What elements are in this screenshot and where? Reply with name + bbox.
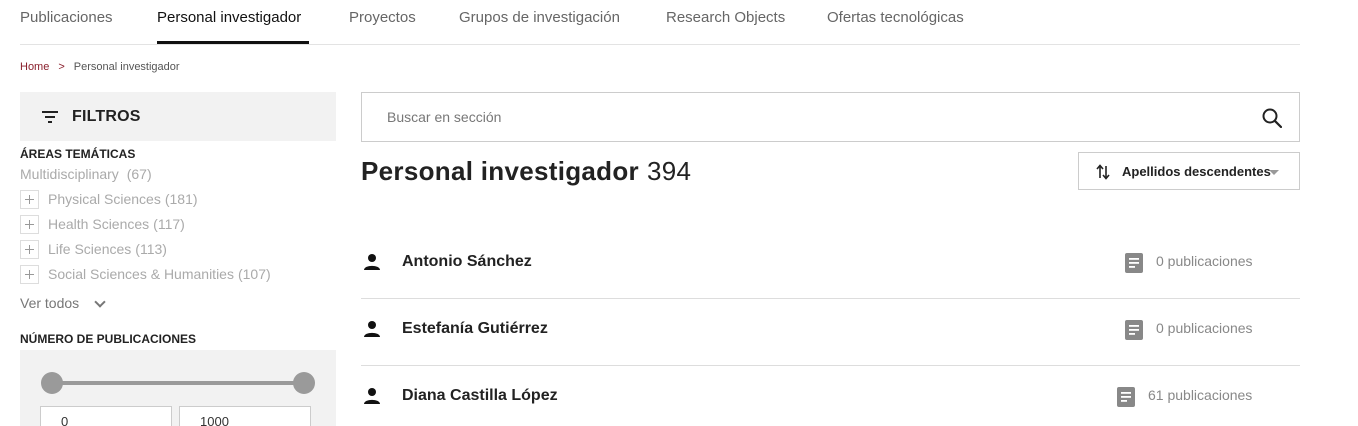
- person-icon: [364, 388, 380, 404]
- ver-todos-label: Ver todos: [20, 295, 80, 311]
- search-icon[interactable]: [1262, 108, 1282, 128]
- facet-label: Social Sciences & Humanities: [48, 266, 234, 282]
- publication-count: 0 publicaciones: [1156, 253, 1253, 269]
- expand-plus-icon[interactable]: [20, 265, 39, 284]
- top-navigation: Publicaciones Personal investigador Proy…: [20, 0, 1300, 45]
- tab-grupos-investigacion[interactable]: Grupos de investigación: [459, 9, 620, 26]
- facet-count: (67): [126, 166, 152, 182]
- ver-todos-link[interactable]: Ver todos: [20, 295, 106, 311]
- publications-range-filter: [20, 350, 336, 426]
- sort-dropdown[interactable]: Apellidos descendentes: [1078, 152, 1300, 190]
- tab-research-objects[interactable]: Research Objects: [666, 9, 785, 26]
- facet-label: Life Sciences: [48, 241, 132, 257]
- breadcrumb: Home > Personal investigador: [20, 61, 180, 73]
- active-tab-indicator: [157, 41, 309, 44]
- filters-title: FILTROS: [72, 108, 141, 125]
- page-title-text: Personal investigador: [361, 156, 639, 186]
- person-icon: [364, 254, 380, 270]
- person-icon: [364, 321, 380, 337]
- tab-personal-investigador[interactable]: Personal investigador: [157, 9, 301, 26]
- range-max-handle[interactable]: [293, 372, 315, 394]
- caret-down-icon: [1269, 170, 1279, 175]
- result-row: Diana Castilla López 61 publicaciones: [361, 366, 1300, 426]
- facet-label: Multidisciplinary: [20, 166, 119, 182]
- facet-count: (181): [164, 191, 198, 207]
- document-icon: [1125, 253, 1143, 273]
- breadcrumb-home-link[interactable]: Home: [20, 61, 49, 73]
- range-min-handle[interactable]: [41, 372, 63, 394]
- breadcrumb-current: Personal investigador: [73, 61, 180, 73]
- expand-plus-icon[interactable]: [20, 215, 39, 234]
- filters-header[interactable]: FILTROS: [20, 92, 336, 141]
- numero-publicaciones-title: NÚMERO DE PUBLICACIONES: [20, 332, 197, 346]
- sort-icon: [1096, 164, 1110, 180]
- page-title: Personal investigador 394: [361, 156, 691, 187]
- facet-label: Health Sciences: [48, 216, 150, 232]
- search-input[interactable]: [362, 93, 1242, 141]
- range-slider-track[interactable]: [52, 381, 304, 385]
- person-name-link[interactable]: Diana Castilla López: [402, 387, 558, 405]
- facet-count: (113): [135, 241, 167, 257]
- range-min-input[interactable]: [40, 406, 172, 426]
- chevron-down-icon: [94, 296, 106, 308]
- person-name-link[interactable]: Antonio Sánchez: [402, 253, 532, 271]
- facet-count: (107): [237, 266, 271, 282]
- publication-count: 61 publicaciones: [1148, 387, 1253, 403]
- areas-tematicas-title: ÁREAS TEMÁTICAS: [20, 147, 136, 161]
- sort-label: Apellidos descendentes: [1122, 164, 1271, 179]
- facet-count: (117): [153, 216, 185, 232]
- expand-plus-icon[interactable]: [20, 240, 39, 259]
- range-max-input[interactable]: [179, 406, 311, 426]
- document-icon: [1125, 320, 1143, 340]
- tab-publicaciones[interactable]: Publicaciones: [20, 9, 113, 26]
- result-count: 394: [646, 156, 692, 186]
- section-search: [361, 92, 1300, 142]
- filter-icon: [42, 111, 58, 123]
- result-row: Antonio Sánchez 0 publicaciones: [361, 232, 1300, 299]
- tab-proyectos[interactable]: Proyectos: [349, 9, 416, 26]
- expand-plus-icon[interactable]: [20, 190, 39, 209]
- publication-count: 0 publicaciones: [1156, 320, 1253, 336]
- tab-ofertas-tecnologicas[interactable]: Ofertas tecnológicas: [827, 9, 964, 26]
- document-icon: [1117, 387, 1135, 407]
- facet-label: Physical Sciences: [48, 191, 161, 207]
- breadcrumb-separator: >: [58, 61, 65, 73]
- person-name-link[interactable]: Estefanía Gutiérrez: [402, 320, 548, 338]
- result-row: Estefanía Gutiérrez 0 publicaciones: [361, 299, 1300, 366]
- facet-multidisciplinary[interactable]: Multidisciplinary (67): [20, 166, 152, 182]
